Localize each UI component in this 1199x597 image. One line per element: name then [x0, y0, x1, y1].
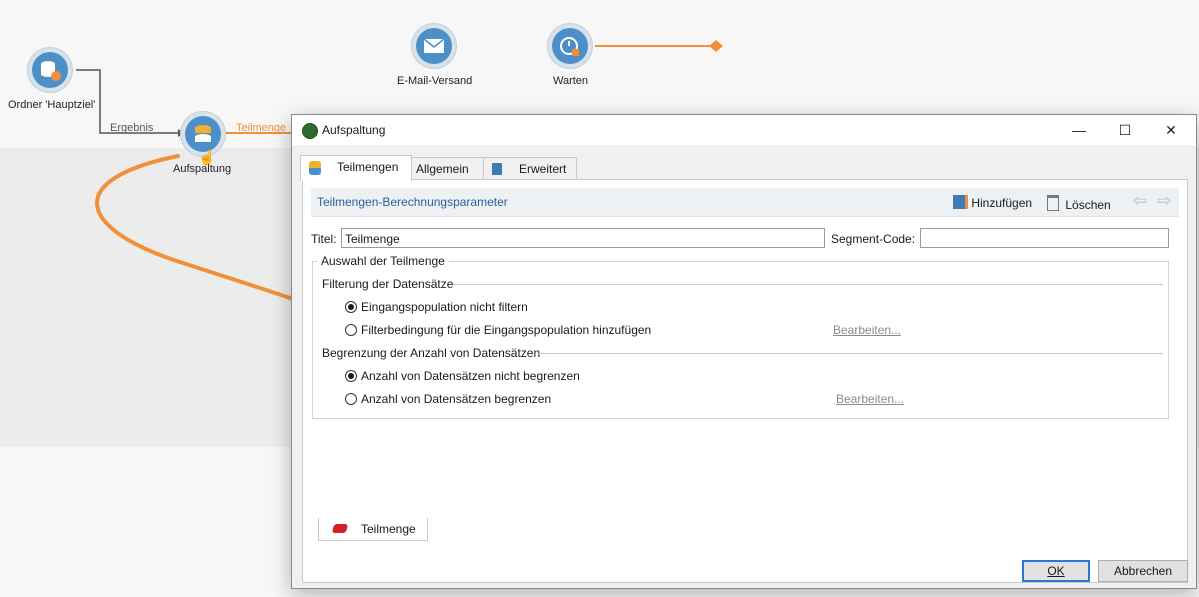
- aufspaltung-dialog: Aufspaltung — ☐ ✕ Teilmengen Allgemein E…: [291, 114, 1197, 589]
- limit-edit-link[interactable]: Bearbeiten...: [836, 392, 904, 406]
- delete-button[interactable]: Löschen: [1047, 195, 1111, 212]
- dialog-title: Aufspaltung: [322, 123, 386, 137]
- subset-group-label: Auswahl der Teilmenge: [317, 254, 449, 268]
- subset-icon: [331, 524, 349, 533]
- database-icon: [309, 161, 321, 175]
- app-icon: [302, 123, 318, 139]
- minimize-button[interactable]: —: [1056, 115, 1102, 145]
- segment-code-label: Segment-Code:: [831, 232, 916, 246]
- radio-no-limit[interactable]: [345, 370, 357, 382]
- toolbar: Teilmengen-Berechnungsparameter Hinzufüg…: [311, 188, 1179, 217]
- add-button[interactable]: Hinzufügen: [953, 195, 1032, 210]
- limit-section-title: Begrenzung der Anzahl von Datensätzen: [322, 346, 541, 360]
- node-label-ordner: Ordner 'Hauptziel': [8, 99, 96, 111]
- radio-limit-label[interactable]: Anzahl von Datensätzen begrenzen: [361, 392, 551, 406]
- delete-label: Löschen: [1065, 198, 1111, 212]
- subset-group: Auswahl der Teilmenge Filterung der Date…: [312, 254, 1169, 419]
- node-email[interactable]: [411, 23, 457, 69]
- maximize-button[interactable]: ☐: [1102, 115, 1148, 145]
- tab-label-erweitert: Erweitert: [519, 162, 567, 176]
- next-arrow-icon[interactable]: ⇨: [1157, 191, 1171, 211]
- radio-no-limit-label[interactable]: Anzahl von Datensätzen nicht begrenzen: [361, 369, 580, 383]
- subset-tab-label: Teilmenge: [361, 522, 416, 536]
- link-label-teilmenge: Teilmenge: [236, 122, 287, 134]
- node-warten[interactable]: [547, 23, 593, 69]
- clock-icon: [552, 28, 588, 64]
- tab-erweitert[interactable]: Erweitert: [483, 157, 577, 180]
- filter-section-title: Filterung der Datensätze: [322, 277, 454, 291]
- radio-add-filter[interactable]: [345, 324, 357, 336]
- filter-edit-link[interactable]: Bearbeiten...: [833, 323, 901, 337]
- tab-label-teilmengen: Teilmengen: [337, 160, 399, 174]
- add-label: Hinzufügen: [971, 196, 1033, 210]
- envelope-icon: [416, 28, 452, 64]
- toolbar-title: Teilmengen-Berechnungsparameter: [317, 195, 508, 209]
- link-label-ergebnis: Ergebnis: [110, 122, 154, 134]
- tab-label-allgemein: Allgemein: [416, 162, 469, 176]
- close-button[interactable]: ✕: [1148, 115, 1194, 145]
- trash-icon: [1047, 195, 1059, 211]
- link-end-diamond: [709, 40, 723, 52]
- title-field[interactable]: Teilmenge: [341, 228, 825, 248]
- title-label: Titel:: [311, 232, 337, 246]
- node-label-aufspaltung: Aufspaltung: [173, 163, 232, 175]
- radio-no-filter[interactable]: [345, 301, 357, 313]
- radio-limit[interactable]: [345, 393, 357, 405]
- radio-no-filter-label[interactable]: Eingangspopulation nicht filtern: [361, 300, 528, 314]
- dialog-titlebar[interactable]: Aufspaltung — ☐ ✕: [292, 115, 1196, 145]
- ok-label: OK: [1047, 564, 1065, 578]
- tab-panel: Teilmengen-Berechnungsparameter Hinzufüg…: [302, 179, 1188, 583]
- subset-tab-teilmenge[interactable]: Teilmenge: [318, 518, 428, 541]
- radio-add-filter-label[interactable]: Filterbedingung für die Eingangspopulati…: [361, 323, 651, 337]
- add-icon: [953, 195, 968, 209]
- ok-button[interactable]: OK: [1022, 560, 1090, 582]
- filter-separator: [453, 284, 1163, 285]
- split-icon: [185, 116, 221, 152]
- tab-allgemein[interactable]: Allgemein: [409, 157, 486, 180]
- prev-arrow-icon[interactable]: ⇦: [1133, 191, 1147, 211]
- cancel-button[interactable]: Abbrechen: [1098, 560, 1188, 582]
- cancel-label: Abbrechen: [1113, 564, 1173, 578]
- database-icon: [32, 52, 68, 88]
- segment-code-field[interactable]: [920, 228, 1169, 248]
- node-label-warten: Warten: [553, 75, 589, 87]
- tab-teilmengen[interactable]: Teilmengen: [300, 155, 412, 181]
- node-label-email: E-Mail-Versand: [397, 75, 473, 87]
- node-ordner[interactable]: [27, 47, 73, 93]
- clipboard-icon: [492, 163, 502, 175]
- limit-separator: [537, 353, 1163, 354]
- dialog-client: Teilmengen Allgemein Erweitert Teilmenge…: [292, 145, 1196, 588]
